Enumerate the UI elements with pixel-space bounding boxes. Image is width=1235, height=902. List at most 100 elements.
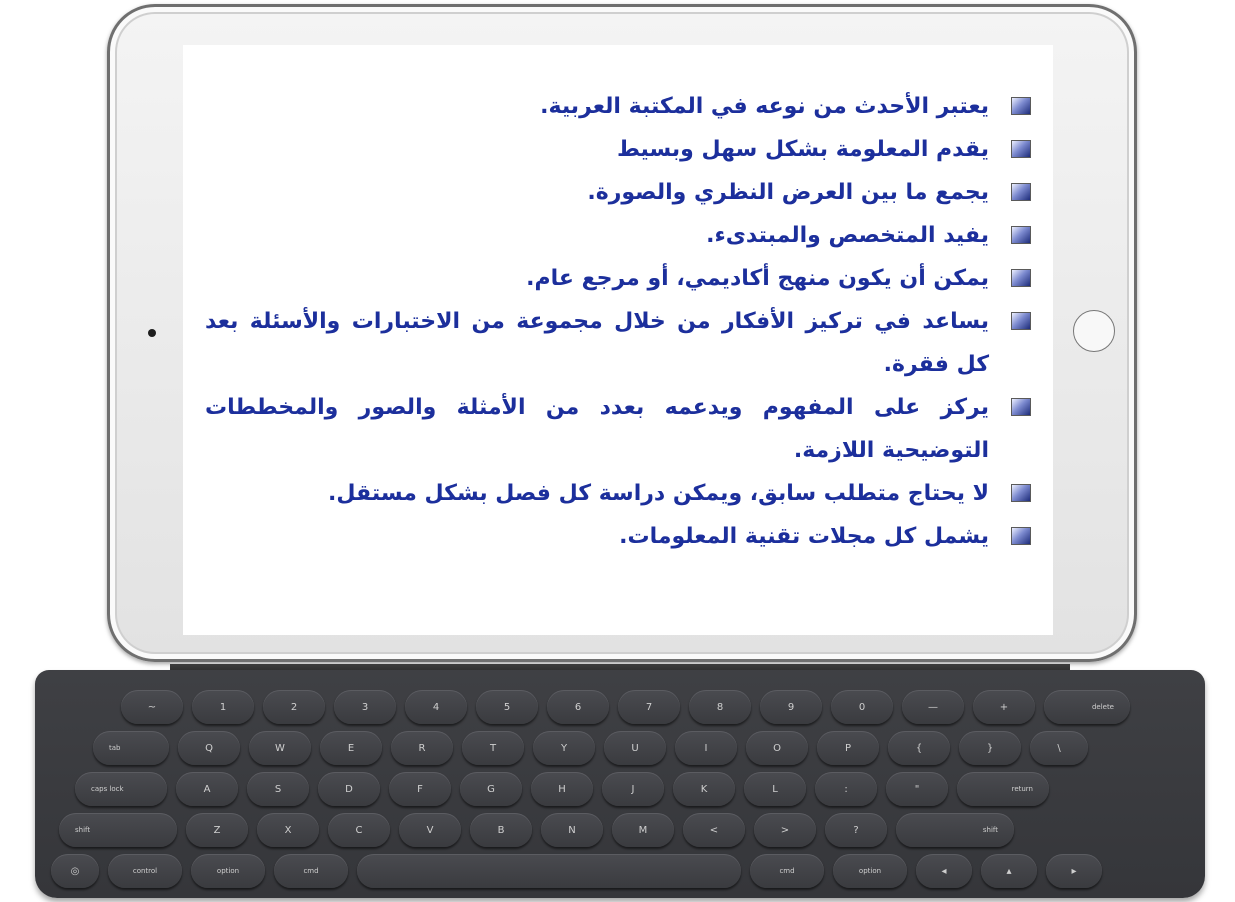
home-button [1073, 310, 1115, 352]
key[interactable]: delete [1044, 690, 1130, 724]
square-bullet-icon [1011, 269, 1031, 287]
tablet-screen: يعتبر الأحدث من نوعه في المكتبة العربية.… [183, 45, 1053, 635]
key[interactable]: P [817, 731, 879, 765]
key[interactable]: Y [533, 731, 595, 765]
key[interactable]: option [833, 854, 907, 888]
square-bullet-icon [1011, 312, 1031, 330]
key[interactable]: G [460, 772, 522, 806]
keyboard-row-numbers: ~1 2 3 4 5 6 7 8 9 0 — + delete [121, 690, 1130, 724]
key[interactable]: I [675, 731, 737, 765]
key[interactable]: \ [1030, 731, 1088, 765]
key[interactable]: 6 [547, 690, 609, 724]
key[interactable]: — [902, 690, 964, 724]
key[interactable]: shift [59, 813, 177, 847]
keyboard-row-shift: shift Z X C V B N M < >? shift [59, 813, 1014, 847]
smart-keyboard: ~1 2 3 4 5 6 7 8 9 0 — + delete tab Q W E R T Y U I O P {} \ cap… [35, 670, 1205, 898]
key[interactable]: O [746, 731, 808, 765]
key[interactable]: S [247, 772, 309, 806]
feature-item: يجمع ما بين العرض النظري والصورة. [205, 171, 1033, 214]
feature-item: يقدم المعلومة بشكل سهل وبسيط [205, 128, 1033, 171]
key-space[interactable] [357, 854, 741, 888]
key[interactable]: caps lock [75, 772, 167, 806]
key[interactable]: H [531, 772, 593, 806]
key[interactable]: Z [186, 813, 248, 847]
key[interactable]: shift [896, 813, 1014, 847]
key[interactable]: Q [178, 731, 240, 765]
feature-item: يساعد في تركيز الأفكار من خلال مجموعة من… [205, 300, 1033, 386]
key[interactable]: M [612, 813, 674, 847]
key[interactable]: W [249, 731, 311, 765]
square-bullet-icon [1011, 226, 1031, 244]
key[interactable]: N [541, 813, 603, 847]
square-bullet-icon [1011, 140, 1031, 158]
key[interactable]: ▸ [1046, 854, 1102, 888]
key[interactable]: ◎ [51, 854, 99, 888]
feature-item: لا يحتاج متطلب سابق، ويمكن دراسة كل فصل … [205, 472, 1033, 515]
key[interactable]: B [470, 813, 532, 847]
key[interactable]: T [462, 731, 524, 765]
key[interactable]: return [957, 772, 1049, 806]
key[interactable]: V [399, 813, 461, 847]
key[interactable]: } [959, 731, 1021, 765]
feature-text: يجمع ما بين العرض النظري والصورة. [587, 180, 989, 205]
square-bullet-icon [1011, 527, 1031, 545]
key[interactable]: J [602, 772, 664, 806]
key[interactable]: R [391, 731, 453, 765]
feature-list: يعتبر الأحدث من نوعه في المكتبة العربية.… [205, 85, 1033, 558]
key[interactable]: 3 [334, 690, 396, 724]
key[interactable]: > [754, 813, 816, 847]
key[interactable]: : [815, 772, 877, 806]
tablet-device: يعتبر الأحدث من نوعه في المكتبة العربية.… [107, 4, 1137, 662]
key[interactable]: U [604, 731, 666, 765]
key[interactable]: option [191, 854, 265, 888]
key[interactable]: A [176, 772, 238, 806]
feature-text: يعتبر الأحدث من نوعه في المكتبة العربية. [540, 94, 989, 119]
square-bullet-icon [1011, 398, 1031, 416]
feature-item: يشمل كل مجلات تقنية المعلومات. [205, 515, 1033, 558]
key[interactable]: 7 [618, 690, 680, 724]
key[interactable]: 8 [689, 690, 751, 724]
feature-text: يساعد في تركيز الأفكار من خلال مجموعة من… [205, 309, 989, 377]
key[interactable]: cmd [750, 854, 824, 888]
camera-lens [148, 329, 156, 337]
key[interactable]: 5 [476, 690, 538, 724]
feature-text: لا يحتاج متطلب سابق، ويمكن دراسة كل فصل … [328, 481, 989, 506]
keyboard-row-qwerty: tab Q W E R T Y U I O P {} \ [93, 731, 1088, 765]
key[interactable]: { [888, 731, 950, 765]
feature-item: يمكن أن يكون منهج أكاديمي، أو مرجع عام. [205, 257, 1033, 300]
key[interactable]: 9 [760, 690, 822, 724]
square-bullet-icon [1011, 484, 1031, 502]
square-bullet-icon [1011, 183, 1031, 201]
key[interactable]: 0 [831, 690, 893, 724]
key[interactable]: tab [93, 731, 169, 765]
key[interactable]: L [744, 772, 806, 806]
key[interactable]: 1 [192, 690, 254, 724]
key[interactable]: K [673, 772, 735, 806]
key[interactable]: 2 [263, 690, 325, 724]
key[interactable]: 4 [405, 690, 467, 724]
key[interactable]: E [320, 731, 382, 765]
key[interactable]: ~ [121, 690, 183, 724]
key[interactable]: ? [825, 813, 887, 847]
key[interactable]: " [886, 772, 948, 806]
feature-text: يفيد المتخصص والمبتدىء. [706, 223, 989, 248]
key[interactable]: < [683, 813, 745, 847]
square-bullet-icon [1011, 97, 1031, 115]
key[interactable]: ◂ [916, 854, 972, 888]
key[interactable]: D [318, 772, 380, 806]
key[interactable]: F [389, 772, 451, 806]
feature-text: يشمل كل مجلات تقنية المعلومات. [619, 524, 989, 549]
key[interactable]: control [108, 854, 182, 888]
key[interactable]: cmd [274, 854, 348, 888]
key[interactable]: X [257, 813, 319, 847]
feature-item: يعتبر الأحدث من نوعه في المكتبة العربية. [205, 85, 1033, 128]
key[interactable]: ▴ [981, 854, 1037, 888]
keyboard-row-bottom: ◎ control option cmd cmd option ◂ ▴ ▸ [51, 854, 1102, 888]
feature-item: يركز على المفهوم ويدعمه بعدد من الأمثلة … [205, 386, 1033, 472]
feature-text: يمكن أن يكون منهج أكاديمي، أو مرجع عام. [526, 266, 989, 291]
feature-text: يركز على المفهوم ويدعمه بعدد من الأمثلة … [205, 395, 989, 463]
feature-item: يفيد المتخصص والمبتدىء. [205, 214, 1033, 257]
keyboard-row-home: caps lock A S D F G H J K L: " return [75, 772, 1049, 806]
key[interactable]: C [328, 813, 390, 847]
key[interactable]: + [973, 690, 1035, 724]
